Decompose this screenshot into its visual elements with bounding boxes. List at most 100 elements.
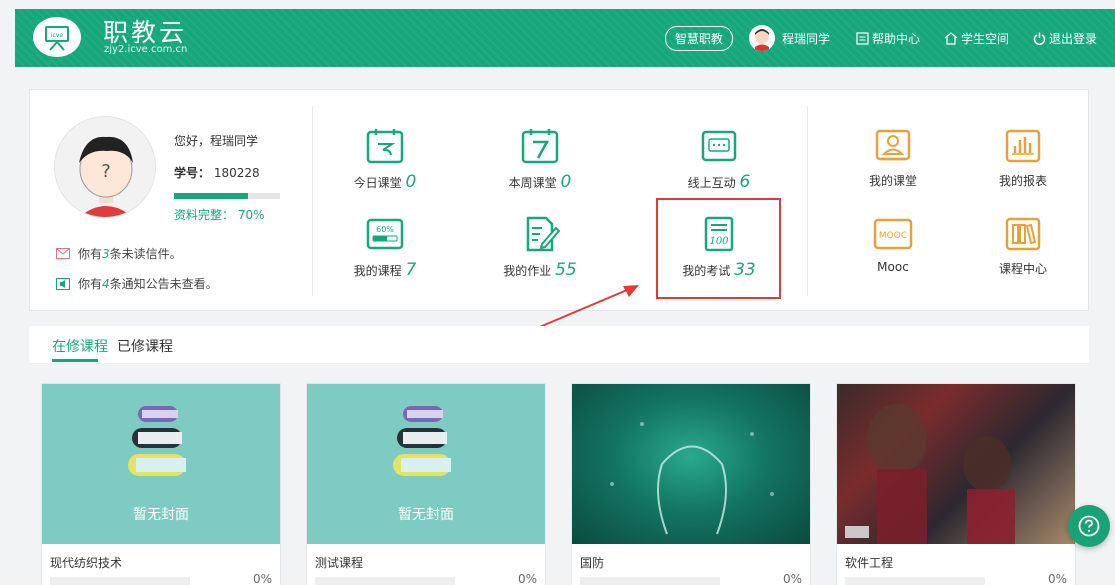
no-cover-label: 暂无封面 <box>398 507 454 523</box>
mail-icon <box>56 248 70 259</box>
header-nav: 智慧职教 程瑞同学 帮助中心 学生空间 退出登录 <box>664 25 1097 51</box>
unread-count: 3 <box>102 246 110 261</box>
logout-link[interactable]: 退出登录 <box>1033 30 1097 47</box>
course-progress-icon: 60% <box>366 218 404 250</box>
tile-today-class[interactable]: 今日课堂 0 <box>320 128 450 192</box>
books-icon <box>393 406 451 476</box>
greeting-text: 您好，程瑞同学 <box>174 134 259 148</box>
today-class-icon <box>366 129 404 164</box>
week-class-count: 0 <box>560 172 572 192</box>
icve-logo[interactable]: icve <box>32 16 82 58</box>
tile-mooc[interactable]: MOOC Mooc <box>828 216 958 274</box>
completeness-value: 70% <box>237 208 265 222</box>
help-center-label: 帮助中心 <box>871 31 920 46</box>
student-id-label: 学号： <box>174 166 211 180</box>
report-chart-icon <box>1005 129 1041 163</box>
chat-icon <box>701 130 737 162</box>
help-center-link[interactable]: 帮助中心 <box>856 30 920 47</box>
notice-icon <box>56 277 70 290</box>
course-progress-pct: 0% <box>782 572 802 585</box>
course-tabs: 在修课程 已修课程 <box>29 326 1089 364</box>
course-progress-pct: 0% <box>1047 572 1067 585</box>
no-cover-label: 暂无封面 <box>133 507 189 523</box>
my-classroom-label: 我的课堂 <box>868 174 917 188</box>
online-interaction-label: 线上互动 <box>687 176 736 190</box>
student-space-label: 学生空间 <box>960 31 1009 46</box>
mooc-label: Mooc <box>877 260 909 274</box>
student-id-value: 180228 <box>213 166 260 180</box>
svg-text:?: ? <box>101 161 111 182</box>
exam-highlight-box <box>656 198 781 299</box>
completeness-label: 资料完整： <box>174 208 235 222</box>
lightbulb-illustration <box>610 422 774 535</box>
profile-progress-bar <box>174 193 280 199</box>
course-cover-image <box>572 384 810 544</box>
my-reports-label: 我的报表 <box>998 174 1047 188</box>
svg-text:60%: 60% <box>376 225 394 234</box>
mooc-icon: MOOC <box>873 218 913 250</box>
tile-course-center[interactable]: 课程中心 <box>958 216 1088 277</box>
course-progress-bar <box>580 577 720 585</box>
tile-my-homework[interactable]: 我的作业 55 <box>475 216 605 280</box>
course-progress-bar <box>315 577 455 585</box>
power-icon <box>1033 32 1046 45</box>
profile-progress-fill <box>174 193 249 199</box>
help-float-button[interactable] <box>1068 505 1110 547</box>
logout-label: 退出登录 <box>1048 31 1097 46</box>
panel-divider-right <box>807 106 808 296</box>
user-avatar-icon <box>748 25 775 51</box>
tile-my-courses[interactable]: 60% 我的课程 7 <box>320 216 450 280</box>
basketball-photo <box>845 404 1015 544</box>
student-avatar-icon: ? <box>55 117 155 217</box>
tab-completed-courses[interactable]: 已修课程 <box>117 336 173 356</box>
brand-domain: zjy2.icve.com.cn <box>104 44 188 55</box>
unread-prefix: 你有 <box>78 247 103 261</box>
dashboard-panel: ? 您好，程瑞同学 学号： 180228 资料完整： 70% 你有 3 条未读信件。… <box>29 89 1089 311</box>
unread-mail-notice[interactable]: 你有 3 条未读信件。 <box>56 245 182 262</box>
books-shelf-icon <box>1005 217 1041 251</box>
svg-text:icve: icve <box>51 32 64 39</box>
course-progress-bar <box>50 577 190 585</box>
week-class-label: 本周课堂 <box>508 176 557 190</box>
course-cover-image <box>837 384 1075 544</box>
top-header: icve 职教云 zjy2.icve.com.cn 智慧职教 程瑞同学 帮助中心… <box>15 9 1115 67</box>
today-class-count: 0 <box>405 172 417 192</box>
course-progress-bar <box>845 577 985 585</box>
tile-online-interaction[interactable]: 线上互动 6 <box>654 128 784 192</box>
course-progress-pct: 0% <box>252 572 272 585</box>
tile-my-classroom[interactable]: 我的课堂 <box>828 128 958 189</box>
svg-text:MOOC: MOOC <box>879 231 907 241</box>
course-card[interactable]: 暂无封面 现代纺织技术 0% <box>41 383 281 585</box>
student-space-link[interactable]: 学生空间 <box>944 30 1009 47</box>
course-center-label: 课程中心 <box>998 262 1047 276</box>
course-card[interactable]: 暂无封面 测试课程 0% <box>306 383 546 585</box>
course-title: 测试课程 <box>315 556 364 570</box>
course-title: 现代纺织技术 <box>50 556 123 570</box>
smart-edu-button[interactable]: 智慧职教 <box>664 25 733 51</box>
profile-avatar[interactable]: ? <box>54 116 156 218</box>
course-title: 国防 <box>580 556 605 570</box>
week-class-icon <box>521 129 559 164</box>
my-courses-count: 7 <box>405 260 417 280</box>
student-id: 学号： 180228 <box>174 164 260 181</box>
homework-icon <box>526 216 560 252</box>
tile-my-reports[interactable]: 我的报表 <box>958 128 1088 189</box>
notice-alert[interactable]: 你有 4 条通知公告未查看。 <box>56 275 218 292</box>
unread-suffix: 条未读信件。 <box>109 247 182 261</box>
tile-week-class[interactable]: 本周课堂 0 <box>475 128 605 192</box>
user-menu[interactable]: 程瑞同学 <box>748 25 830 51</box>
books-icon <box>128 406 186 476</box>
panel-divider-left <box>312 106 313 296</box>
notice-prefix: 你有 <box>78 277 103 291</box>
user-name: 程瑞同学 <box>781 31 830 46</box>
classroom-icon <box>875 129 911 161</box>
course-cover: 暂无封面 <box>307 384 545 544</box>
my-courses-label: 我的课程 <box>353 264 402 278</box>
course-title: 软件工程 <box>845 556 894 570</box>
notice-count: 4 <box>102 276 110 291</box>
course-card[interactable]: 国防 0% <box>571 383 811 585</box>
question-icon <box>1078 515 1100 537</box>
tab-current-courses[interactable]: 在修课程 <box>52 336 108 356</box>
course-card[interactable]: 软件工程 0% <box>836 383 1076 585</box>
my-homework-label: 我的作业 <box>503 264 552 278</box>
